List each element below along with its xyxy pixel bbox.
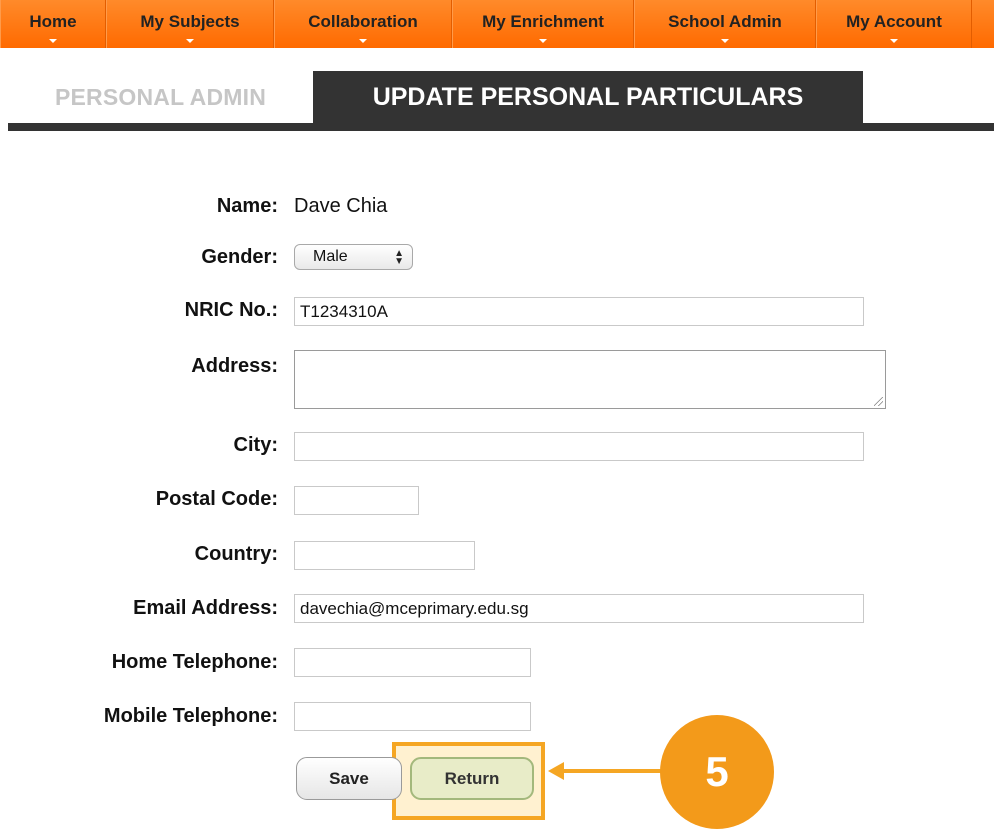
subtab-bar: PERSONAL ADMIN UPDATE PERSONAL PARTICULA… (8, 71, 994, 131)
nav-item-school-admin[interactable]: School Admin (634, 0, 816, 48)
nav-item-home[interactable]: Home (0, 0, 106, 48)
chevron-down-icon (890, 39, 898, 43)
postal-code-label: Postal Code: (155, 488, 278, 510)
address-label: Address: (191, 355, 278, 377)
tab-update-personal-particulars[interactable]: UPDATE PERSONAL PARTICULARS (313, 71, 863, 123)
chevron-down-icon (49, 39, 57, 43)
name-label: Name: (216, 195, 278, 217)
country-field[interactable] (294, 541, 475, 570)
gender-select[interactable]: Male ▲ ▼ (294, 244, 413, 270)
country-label: Country: (194, 543, 278, 565)
save-button[interactable]: Save (296, 757, 402, 800)
chevron-down-icon (359, 39, 367, 43)
home-telephone-label: Home Telephone: (111, 651, 278, 673)
arrow-left-icon (548, 762, 564, 780)
city-field[interactable] (294, 432, 864, 461)
nav-item-my-subjects[interactable]: My Subjects (106, 0, 274, 48)
chevron-down-icon (721, 39, 729, 43)
callout-arrow-line (562, 769, 666, 773)
address-field[interactable] (294, 350, 886, 409)
select-arrows-icon: ▲ ▼ (394, 248, 404, 267)
email-field[interactable] (294, 594, 864, 623)
city-label: City: (233, 434, 278, 456)
mobile-telephone-field[interactable] (294, 702, 531, 731)
email-label: Email Address: (133, 597, 278, 619)
return-button[interactable]: Return (410, 757, 534, 800)
home-telephone-field[interactable] (294, 648, 531, 677)
gender-label: Gender: (201, 246, 278, 268)
gender-selected-value: Male (313, 248, 348, 265)
postal-code-field[interactable] (294, 486, 419, 515)
nric-label: NRIC No.: (184, 299, 278, 321)
main-nav: Home My Subjects Collaboration My Enrich… (0, 0, 994, 48)
nav-item-my-enrichment[interactable]: My Enrichment (452, 0, 634, 48)
mobile-telephone-label: Mobile Telephone: (103, 705, 278, 727)
nric-field[interactable] (294, 297, 864, 326)
tab-personal-admin[interactable]: PERSONAL ADMIN (8, 71, 313, 123)
subtab-divider (8, 123, 994, 131)
nav-item-my-account[interactable]: My Account (816, 0, 972, 48)
chevron-down-icon (539, 39, 547, 43)
name-value: Dave Chia (294, 195, 388, 217)
resize-grip-icon[interactable] (874, 397, 883, 406)
step-callout-badge: 5 (660, 715, 774, 829)
nav-item-collaboration[interactable]: Collaboration (274, 0, 452, 48)
chevron-down-icon (186, 39, 194, 43)
